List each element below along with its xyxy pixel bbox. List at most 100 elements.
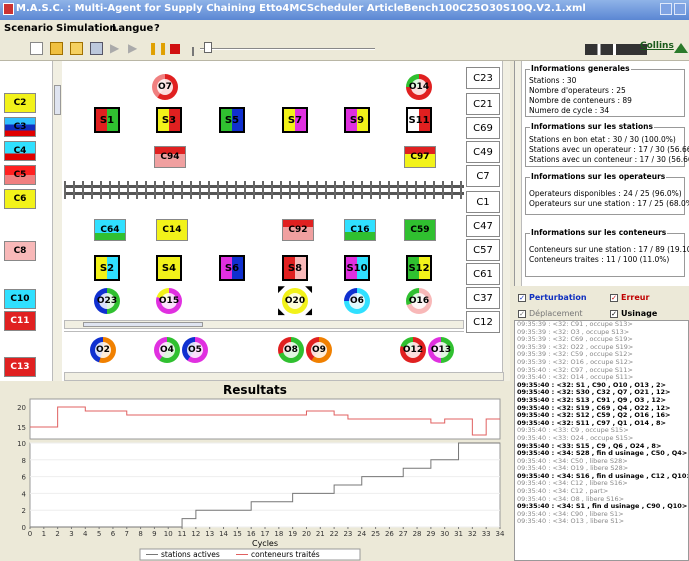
right-container-c7[interactable]: C7 bbox=[466, 165, 500, 187]
left-scrollbar[interactable] bbox=[52, 61, 62, 381]
menu-langue[interactable]: Langue bbox=[112, 23, 153, 34]
right-container-c37[interactable]: C37 bbox=[466, 287, 500, 309]
container-c8[interactable]: C8 bbox=[4, 241, 36, 261]
results-title: Resultats bbox=[223, 383, 287, 397]
container-c4[interactable]: C4 bbox=[4, 141, 36, 161]
open-recent-icon[interactable] bbox=[70, 42, 83, 55]
play-icon[interactable]: ▶ bbox=[110, 42, 123, 55]
chart2-xlabel: Cycles bbox=[252, 539, 278, 548]
operator-o23[interactable]: O23 bbox=[94, 288, 120, 314]
results-charts: 152002468100 1 2 3 4 5 6 7 8 9 10 11 12 13 14 15 16 17 18 1… bbox=[17, 398, 505, 561]
perturbation-checkbox[interactable]: ✓ Perturbation bbox=[518, 293, 587, 302]
operator-o8[interactable]: O8 bbox=[278, 337, 304, 363]
right-container-c57[interactable]: C57 bbox=[466, 239, 500, 261]
right-container-c49[interactable]: C49 bbox=[466, 141, 500, 163]
right-container-c1[interactable]: C1 bbox=[466, 191, 500, 213]
chart2-xtick-label: 5 bbox=[97, 530, 101, 538]
station-s8[interactable]: S8 bbox=[282, 255, 308, 281]
maximize-button[interactable] bbox=[674, 3, 686, 15]
container-c5[interactable]: C5 bbox=[4, 165, 36, 185]
container-c97[interactable]: C97 bbox=[404, 146, 436, 168]
container-c6[interactable]: C6 bbox=[4, 189, 36, 209]
container-c2[interactable]: C2 bbox=[4, 93, 36, 113]
menu-simulation[interactable]: Simulation bbox=[56, 23, 117, 34]
right-container-c21[interactable]: C21 bbox=[466, 93, 500, 115]
speed-slider-track[interactable] bbox=[200, 48, 375, 50]
station-s3[interactable]: S3 bbox=[156, 107, 182, 133]
erreur-checkbox[interactable]: ✓ Erreur bbox=[610, 293, 649, 302]
chart2-xtick-label: 7 bbox=[125, 530, 129, 538]
right-container-c69[interactable]: C69 bbox=[466, 117, 500, 139]
container-c11[interactable]: C11 bbox=[4, 311, 36, 331]
board-right-scrollbar[interactable] bbox=[502, 61, 510, 381]
container-c94[interactable]: C94 bbox=[154, 146, 186, 168]
step-icon[interactable]: ▶ bbox=[128, 42, 141, 55]
print-icon[interactable] bbox=[90, 42, 103, 55]
operator-o6[interactable]: O6 bbox=[344, 288, 370, 314]
operator-o14[interactable]: O14 bbox=[406, 74, 432, 100]
general-info-box: Informations generales Stations : 30 Nom… bbox=[525, 64, 685, 117]
check-icon: ✓ bbox=[518, 309, 526, 318]
operator-o5[interactable]: O5 bbox=[182, 337, 208, 363]
deplacement-checkbox[interactable]: ✓ Déplacement bbox=[518, 309, 583, 318]
chart2-ytick-label: 8 bbox=[22, 457, 26, 465]
stop-icon[interactable] bbox=[170, 44, 180, 54]
container-c3[interactable]: C3 bbox=[4, 117, 36, 137]
containers-info-title: Informations sur les conteneurs bbox=[530, 228, 668, 238]
minimize-button[interactable] bbox=[660, 3, 672, 15]
station-s9[interactable]: S9 bbox=[344, 107, 370, 133]
menu-help[interactable]: ? bbox=[154, 23, 160, 34]
chart2-xtick-label: 28 bbox=[413, 530, 422, 538]
station-s1[interactable]: S1 bbox=[94, 107, 120, 133]
station-s2[interactable]: S2 bbox=[94, 255, 120, 281]
info-panel: Informations generales Stations : 30 Nom… bbox=[514, 61, 689, 286]
container-c10[interactable]: C10 bbox=[4, 289, 36, 309]
chart2-xtick-label: 18 bbox=[274, 530, 283, 538]
station-s7[interactable]: S7 bbox=[282, 107, 308, 133]
chart2-ytick-label: 10 bbox=[17, 440, 26, 448]
usinage-checkbox[interactable]: ✓ Usinage bbox=[610, 309, 657, 318]
right-container-c23[interactable]: C23 bbox=[466, 67, 500, 89]
operator-o9[interactable]: O9 bbox=[306, 337, 332, 363]
irit-logo bbox=[585, 44, 647, 55]
check-icon: ✓ bbox=[610, 293, 618, 302]
speed-slider-thumb[interactable] bbox=[203, 42, 212, 53]
station-s10[interactable]: S10 bbox=[344, 255, 370, 281]
window-title: M.A.S.C. : Multi-Agent for Supply Chaini… bbox=[16, 3, 586, 14]
container-c16[interactable]: C16 bbox=[344, 219, 376, 241]
container-c64[interactable]: C64 bbox=[94, 219, 126, 241]
operator-o2[interactable]: O2 bbox=[90, 337, 116, 363]
operator-o4[interactable]: O4 bbox=[154, 337, 180, 363]
info-stations-container: Stations avec un conteneur : 17 / 30 (56… bbox=[529, 155, 689, 164]
container-c13[interactable]: C13 bbox=[4, 357, 36, 377]
operator-o7[interactable]: O7 bbox=[152, 74, 178, 100]
right-container-c12[interactable]: C12 bbox=[466, 311, 500, 333]
log-filters: ✓ Perturbation ✓ Erreur ✓ Déplacement ✓ Usin… bbox=[514, 289, 689, 321]
station-s11[interactable]: S11 bbox=[406, 107, 432, 133]
left-scrollbar-thumb[interactable] bbox=[54, 85, 61, 115]
new-file-icon[interactable] bbox=[30, 42, 43, 55]
operator-o20[interactable]: O20 bbox=[282, 288, 308, 314]
open-folder-icon[interactable] bbox=[50, 42, 63, 55]
pool-horizontal-scrollbar[interactable] bbox=[64, 372, 504, 381]
right-container-c47[interactable]: C47 bbox=[466, 215, 500, 237]
operator-o12[interactable]: O12 bbox=[400, 337, 426, 363]
board-horizontal-scrollbar-thumb[interactable] bbox=[83, 322, 203, 327]
chart2-xtick-label: 20 bbox=[302, 530, 311, 538]
right-container-c61[interactable]: C61 bbox=[466, 263, 500, 285]
station-s6[interactable]: S6 bbox=[219, 255, 245, 281]
menu-scenario[interactable]: Scenario bbox=[4, 23, 53, 34]
info-scrollbar[interactable] bbox=[515, 61, 522, 286]
operator-pool: O2 O4 O5 O8 O9 O12 O13 bbox=[64, 331, 464, 371]
station-s12[interactable]: S12 bbox=[406, 255, 432, 281]
operator-o13[interactable]: O13 bbox=[428, 337, 454, 363]
pause-icon[interactable]: ❚❚ bbox=[148, 42, 168, 55]
station-s5[interactable]: S5 bbox=[219, 107, 245, 133]
board-horizontal-scrollbar[interactable] bbox=[64, 320, 464, 329]
container-c14[interactable]: C14 bbox=[156, 219, 188, 241]
station-s4[interactable]: S4 bbox=[156, 255, 182, 281]
container-c92[interactable]: C92 bbox=[282, 219, 314, 241]
operator-o15[interactable]: O15 bbox=[156, 288, 182, 314]
operator-o16[interactable]: O16 bbox=[406, 288, 432, 314]
container-c59[interactable]: C59 bbox=[404, 219, 436, 241]
